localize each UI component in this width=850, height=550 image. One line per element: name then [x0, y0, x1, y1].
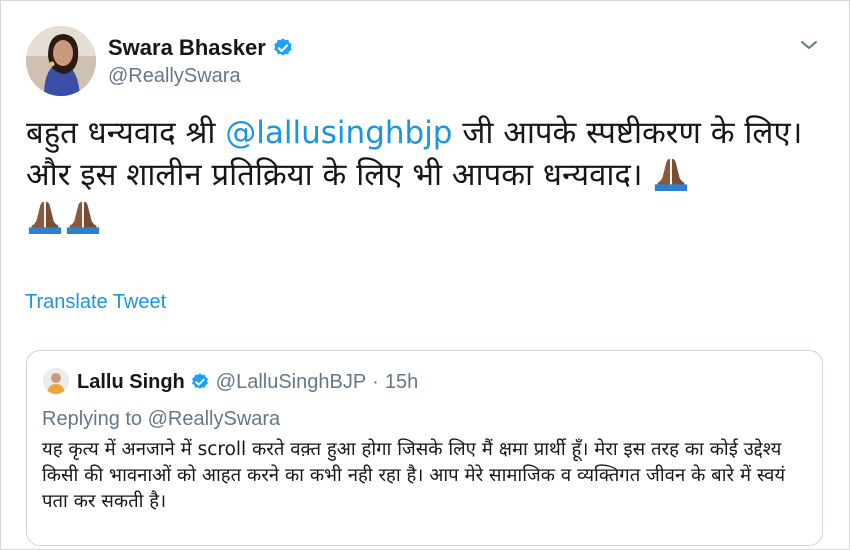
quoted-tweet-header: Lallu Singh @LalluSinghBJP · 15h [77, 368, 418, 396]
verified-badge-icon [190, 372, 210, 392]
folded-hands-icon [26, 196, 64, 234]
quoted-tweet[interactable]: Lallu Singh @LalluSinghBJP · 15h Replyin… [26, 350, 823, 546]
quoted-author-name[interactable]: Lallu Singh [77, 371, 185, 394]
author-name-row: Swara Bhasker [108, 34, 294, 62]
author-handle[interactable]: @ReallySwara [108, 65, 241, 88]
mention-link[interactable]: @lallusinghbjp [225, 115, 452, 151]
chevron-down-icon[interactable] [797, 33, 821, 57]
quoted-author-avatar[interactable] [43, 368, 69, 394]
author-name[interactable]: Swara Bhasker [108, 35, 266, 61]
tweet-text-part: बहुत धन्यवाद श्री [26, 115, 226, 151]
quoted-author-handle[interactable]: @LalluSinghBJP [216, 371, 366, 394]
verified-badge-icon [272, 37, 294, 59]
tweet-card: Swara Bhasker @ReallySwara बहुत धन्यवाद … [0, 0, 850, 550]
translate-tweet-link[interactable]: Translate Tweet [25, 291, 166, 314]
author-avatar[interactable] [26, 26, 96, 96]
separator-dot: · [372, 370, 379, 393]
quoted-tweet-text: यह कृत्य में अनजाने में scroll करते वक़्… [42, 439, 786, 512]
folded-hands-icon [64, 196, 102, 234]
quoted-tweet-time[interactable]: 15h [385, 371, 418, 394]
tweet-text: बहुत धन्यवाद श्री @lallusinghbjp जी आपके… [26, 113, 826, 238]
replying-to: Replying to @ReallySwara [42, 408, 281, 430]
folded-hands-icon [652, 153, 690, 192]
